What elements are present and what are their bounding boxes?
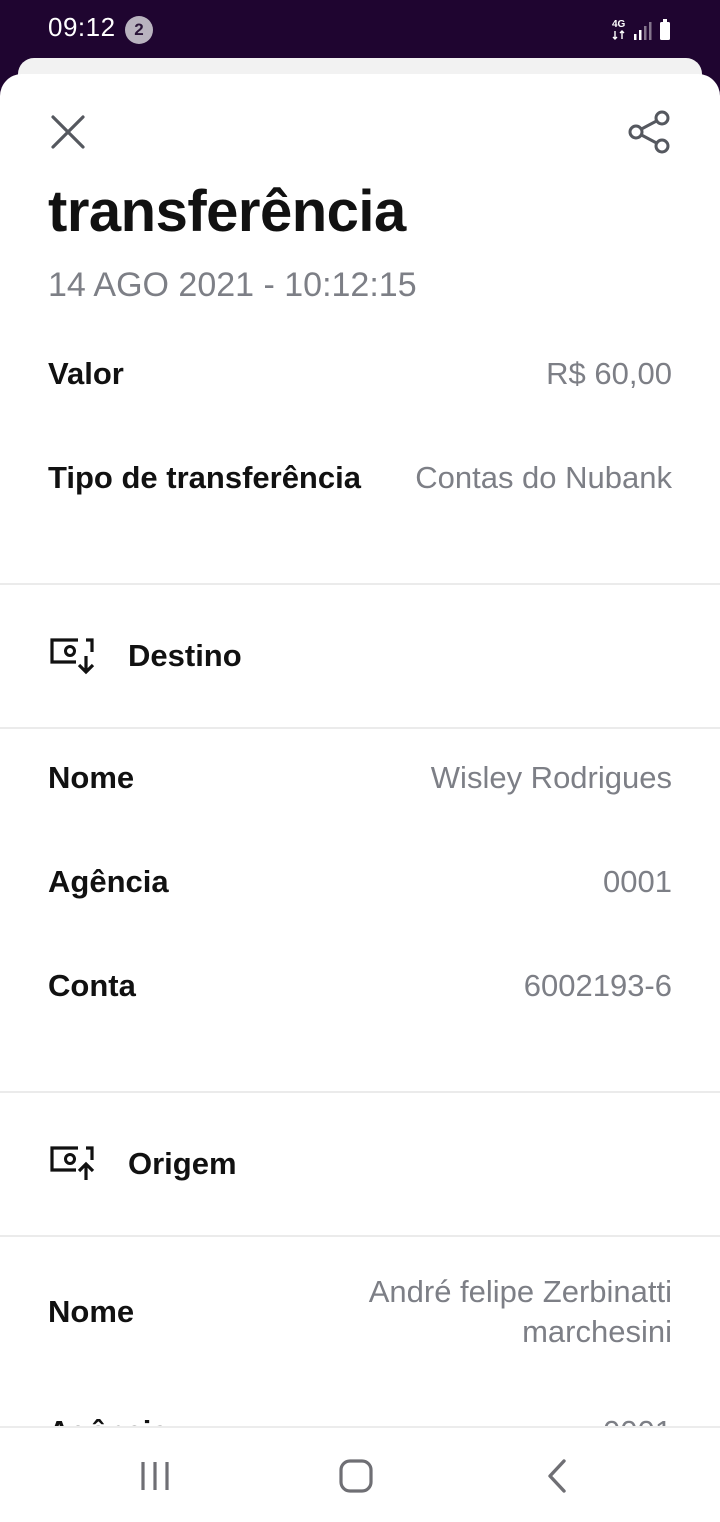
origin-name-line-1: André felipe Zerbinatti [368,1274,672,1309]
share-button[interactable] [620,102,680,162]
origin-name-line-2: marchesini [522,1314,672,1349]
destination-account-label: Conta [48,968,136,1003]
destination-agency-value: 0001 [603,864,672,899]
recents-icon [141,1462,169,1490]
destination-name-row: Nome Wisley Rodrigues [48,760,672,796]
destination-section-header: Destino [48,636,242,676]
home-icon [339,1459,373,1493]
page-title: transferência [48,179,406,244]
value-amount: R$ 60,00 [546,356,672,391]
transfer-type-value: Contas do Nubank [415,460,672,495]
origin-heading: Origem [128,1146,237,1181]
home-button[interactable] [326,1450,386,1502]
divider [0,727,720,729]
divider [0,1091,720,1093]
transfer-datetime: 14 AGO 2021 - 10:12:15 [48,266,417,304]
system-nav-bar [0,1426,720,1522]
origin-agency-value: 0001 [603,1414,672,1426]
money-out-icon [50,1146,95,1180]
origin-agency-row: Agência 0001 [48,1414,672,1426]
destination-agency-row: Agência 0001 [48,864,672,900]
origin-agency-label: Agência [48,1414,169,1426]
divider [0,583,720,585]
money-in-icon [50,638,95,675]
transfer-detail-sheet: transferência 14 AGO 2021 - 10:12:15 Val… [0,74,720,1426]
close-icon [51,115,85,149]
status-bar: 09:12 2 4G [0,0,720,60]
close-button[interactable] [40,104,96,160]
signal-battery-icon: 4G [612,19,670,40]
origin-name-row: Nome André felipe Zerbinatti marchesini [48,1272,672,1352]
status-icons: 4G [612,16,676,44]
value-label: Valor [48,356,124,391]
recents-button[interactable] [125,1450,185,1502]
back-icon [548,1459,566,1493]
origin-name-value: André felipe Zerbinatti marchesini [369,1272,672,1352]
back-button[interactable] [528,1450,588,1502]
destination-account-value: 6002193-6 [523,968,672,1003]
origin-name-label: Nome [48,1294,135,1329]
destination-heading: Destino [128,638,242,673]
share-icon [628,110,670,154]
destination-account-row: Conta 6002193-6 [48,968,672,1004]
transfer-type-label: Tipo de transferência [48,460,361,495]
destination-name-label: Nome [48,760,135,795]
destination-name-value: Wisley Rodrigues [430,760,672,795]
origin-section-header: Origem [48,1144,237,1184]
divider [0,1235,720,1237]
network-type-label: 4G [612,19,626,30]
status-time: 09:12 [48,12,116,42]
transfer-type-row: Tipo de transferência Contas do Nubank [48,460,672,496]
value-row: Valor R$ 60,00 [48,356,672,392]
notification-count-badge: 2 [125,16,153,44]
destination-agency-label: Agência [48,864,169,899]
